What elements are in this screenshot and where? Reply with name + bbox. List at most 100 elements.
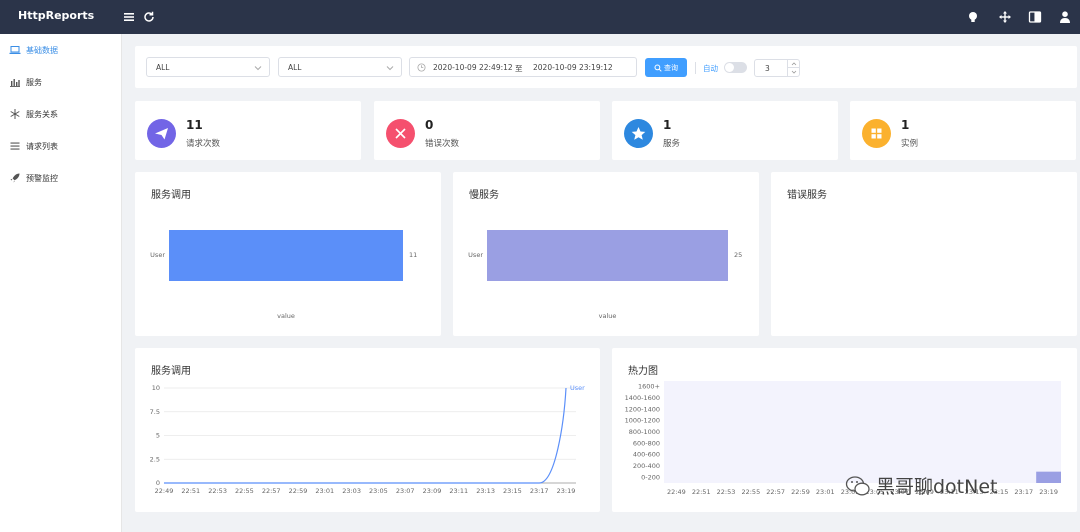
panel-error-services: 错误服务 <box>771 172 1077 336</box>
stepper-down-button[interactable] <box>787 68 799 76</box>
interval-value: 3 <box>765 64 770 73</box>
sidebar-item-alert-monitor[interactable]: 预警监控 <box>0 168 122 188</box>
heatmap-cell <box>1036 471 1061 483</box>
x-tick-label: 23:15 <box>503 487 522 495</box>
chevron-down-icon <box>386 66 394 71</box>
y-tick-label: 10 <box>152 384 160 392</box>
stat-label: 服务 <box>663 139 681 149</box>
y-tick-label: 1600+ <box>638 383 660 391</box>
y-tick-label: 0-200 <box>641 473 660 481</box>
auto-refresh-label: 自动 <box>703 64 718 73</box>
watermark-text: 黑哥聊dotNet <box>876 476 998 498</box>
y-tick-label: 7.5 <box>150 408 160 416</box>
x-tick-label: 23:13 <box>476 487 495 495</box>
chevron-up-icon <box>791 62 797 66</box>
legend-label: User <box>570 384 585 392</box>
x-tick-label: 22:57 <box>262 487 281 495</box>
x-tick-label: 22:59 <box>791 488 810 496</box>
slow-services-bar-chart: User 25 value <box>468 230 742 320</box>
x-tick-label: 22:49 <box>155 487 174 495</box>
heatmap-plot-area <box>664 381 1061 483</box>
y-tick-label: 5 <box>156 432 160 440</box>
sidebar-item-service-relation[interactable]: 服务关系 <box>0 104 122 124</box>
lightbulb-icon[interactable] <box>966 10 980 24</box>
y-tick-label: 1400-1600 <box>625 394 660 402</box>
x-axis-label: value <box>599 312 617 320</box>
y-tick-label: 800-1000 <box>629 428 660 436</box>
star-icon <box>631 127 646 140</box>
sidebar-item-label: 服务关系 <box>26 109 58 119</box>
translate-icon[interactable] <box>1028 10 1042 24</box>
stat-value: 11 <box>186 118 203 132</box>
laptop-icon <box>9 46 21 54</box>
bar-chart-icon <box>10 79 20 87</box>
auto-refresh-toggle[interactable] <box>724 62 747 73</box>
bar-data-label: 11 <box>409 251 417 259</box>
instance-select[interactable]: ALL <box>278 57 402 77</box>
divider <box>695 62 696 74</box>
close-icon <box>395 128 406 139</box>
x-tick-label: 23:19 <box>1039 488 1058 496</box>
stat-label: 实例 <box>901 139 919 149</box>
stat-icon-circle <box>862 119 891 148</box>
sidebar-item-service[interactable]: 服务 <box>0 72 122 92</box>
end-time-input[interactable]: 2020-10-09 23:19:12 <box>533 63 613 72</box>
y-tick-label: User <box>150 251 165 259</box>
x-tick-label: 23:05 <box>369 487 388 495</box>
start-time-input[interactable]: 2020-10-09 22:49:12 <box>433 63 513 72</box>
refresh-icon[interactable] <box>142 10 156 24</box>
x-tick-label: 22:53 <box>717 488 736 496</box>
service-calls-bar-chart: User 11 value <box>150 230 417 320</box>
date-range-picker[interactable]: 2020-10-09 22:49:12 至 2020-10-09 23:19:1… <box>409 57 637 77</box>
sidebar-item-label: 预警监控 <box>26 173 58 183</box>
bar <box>487 230 728 281</box>
x-tick-label: 22:51 <box>181 487 200 495</box>
y-tick-label: 1200-1400 <box>625 405 660 413</box>
stat-icon-circle <box>624 119 653 148</box>
list-icon <box>10 142 20 150</box>
instance-select-value: ALL <box>288 63 302 72</box>
x-tick-label: 22:55 <box>741 488 760 496</box>
x-tick-label: 23:17 <box>530 487 549 495</box>
y-tick-label: 400-600 <box>633 451 660 459</box>
y-tick-label: 2.5 <box>150 455 160 463</box>
y-tick-label: 600-800 <box>633 439 660 447</box>
move-arrows-icon[interactable] <box>998 10 1012 24</box>
stepper-up-button[interactable] <box>787 60 799 68</box>
x-tick-label: 23:09 <box>423 487 442 495</box>
stat-icon-circle <box>147 119 176 148</box>
service-select-value: ALL <box>156 63 170 72</box>
x-tick-label: 22:53 <box>208 487 227 495</box>
stat-card-instances: 1 实例 <box>850 101 1076 160</box>
sidebar-item-basic-data[interactable]: 基础数据 <box>0 40 122 60</box>
stat-label: 请求次数 <box>186 139 221 149</box>
sidebar-item-label: 请求列表 <box>26 141 58 151</box>
interval-stepper[interactable]: 3 <box>754 59 800 77</box>
x-tick-label: 22:51 <box>692 488 711 496</box>
panel-service-calls: 服务调用 User 11 value <box>135 172 441 336</box>
toggle-knob <box>725 63 734 72</box>
bar-data-label: 25 <box>734 251 742 259</box>
rocket-icon <box>10 173 20 183</box>
app-brand: HttpReports <box>18 9 95 22</box>
stat-card-requests: 11 请求次数 <box>135 101 361 160</box>
service-select[interactable]: ALL <box>146 57 270 77</box>
x-tick-label: 23:11 <box>449 487 468 495</box>
y-tick-label: 1000-1200 <box>625 417 660 425</box>
service-calls-line-chart: 0 2.5 5 7.5 10 22:49 22:51 22:53 22:55 22:57 22:59… <box>150 384 585 495</box>
query-button[interactable]: 查询 <box>645 58 687 77</box>
panel-title: 错误服务 <box>787 190 827 201</box>
y-tick-label: User <box>468 251 483 259</box>
x-tick-label: 23:03 <box>342 487 361 495</box>
chevron-down-icon <box>254 66 262 71</box>
user-icon[interactable] <box>1058 10 1072 24</box>
panel-slow-services: 慢服务 User 25 value <box>453 172 759 336</box>
sidebar-item-request-list[interactable]: 请求列表 <box>0 136 122 156</box>
menu-toggle-icon[interactable] <box>122 10 136 24</box>
stat-value: 1 <box>901 118 910 132</box>
x-tick-label: 22:57 <box>766 488 785 496</box>
sidebar-item-label: 基础数据 <box>26 45 58 55</box>
wechat-logo-icon <box>845 475 870 495</box>
stat-card-services: 1 服务 <box>612 101 838 160</box>
bar <box>169 230 403 281</box>
